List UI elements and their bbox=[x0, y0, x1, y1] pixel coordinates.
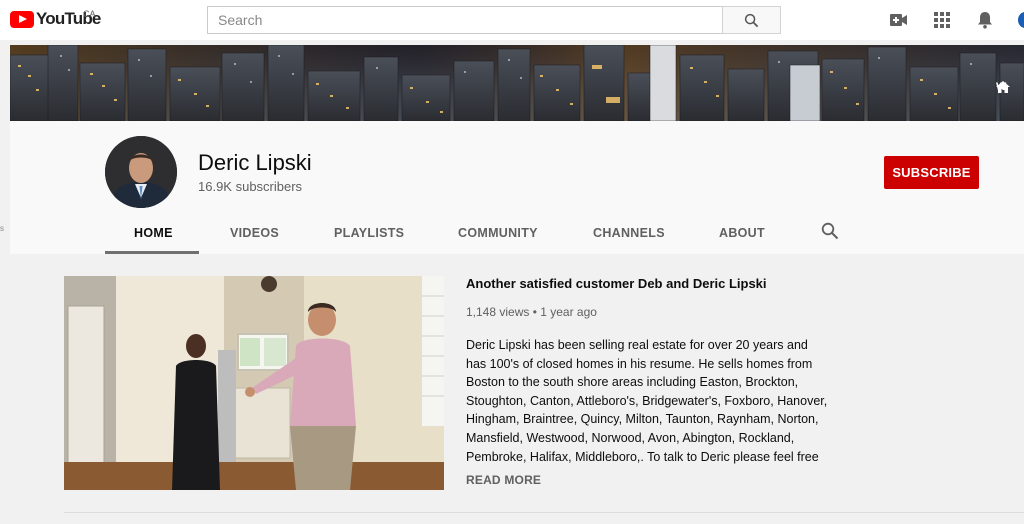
search-box[interactable] bbox=[207, 6, 723, 34]
notifications-bell-icon bbox=[978, 12, 992, 29]
banner-link[interactable]: W bbox=[996, 81, 1010, 93]
search-input[interactable] bbox=[208, 7, 722, 33]
region-label: CA bbox=[83, 9, 96, 19]
tab-home[interactable]: HOME bbox=[134, 226, 173, 240]
tab-playlists[interactable]: PLAYLISTS bbox=[334, 226, 404, 240]
tab-videos[interactable]: VIDEOS bbox=[230, 226, 279, 240]
search-icon bbox=[744, 13, 759, 27]
video-meta: 1,148 views • 1 year ago bbox=[466, 305, 597, 319]
account-avatar-edge[interactable] bbox=[1018, 12, 1024, 28]
subscriber-count: 16.9K subscribers bbox=[198, 179, 303, 194]
channel-avatar-image bbox=[105, 136, 177, 208]
youtube-play-icon bbox=[10, 10, 34, 28]
home-icon bbox=[996, 81, 1010, 93]
featured-video-thumbnail[interactable] bbox=[64, 276, 444, 490]
subscribe-button[interactable]: SUBSCRIBE bbox=[884, 156, 979, 189]
search-button[interactable] bbox=[722, 6, 781, 34]
channel-name: Deric Lipski bbox=[198, 150, 312, 175]
top-bar: YouTube CA bbox=[0, 0, 1024, 40]
tab-community[interactable]: COMMUNITY bbox=[458, 226, 538, 240]
channel-banner: W bbox=[10, 45, 1024, 121]
notifications-button[interactable] bbox=[975, 10, 995, 30]
tab-channels[interactable]: CHANNELS bbox=[593, 226, 665, 240]
apps-grid-icon bbox=[934, 12, 950, 28]
create-video-icon bbox=[890, 14, 907, 26]
video-thumbnail-image bbox=[64, 276, 444, 490]
read-more-link[interactable]: READ MORE bbox=[466, 473, 541, 487]
video-description: Deric Lipski has been selling real estat… bbox=[466, 338, 828, 464]
tab-search-icon bbox=[821, 222, 839, 240]
create-video-button[interactable] bbox=[889, 10, 909, 30]
section-divider bbox=[64, 512, 1024, 513]
avatar[interactable] bbox=[105, 136, 177, 208]
edge-text: s bbox=[0, 224, 4, 233]
apps-button[interactable] bbox=[932, 10, 952, 30]
video-title[interactable]: Another satisfied customer Deb and Deric… bbox=[466, 276, 767, 291]
city-skyline-image bbox=[10, 45, 1024, 121]
tab-about[interactable]: ABOUT bbox=[719, 226, 765, 240]
channel-search-button[interactable] bbox=[821, 222, 839, 240]
